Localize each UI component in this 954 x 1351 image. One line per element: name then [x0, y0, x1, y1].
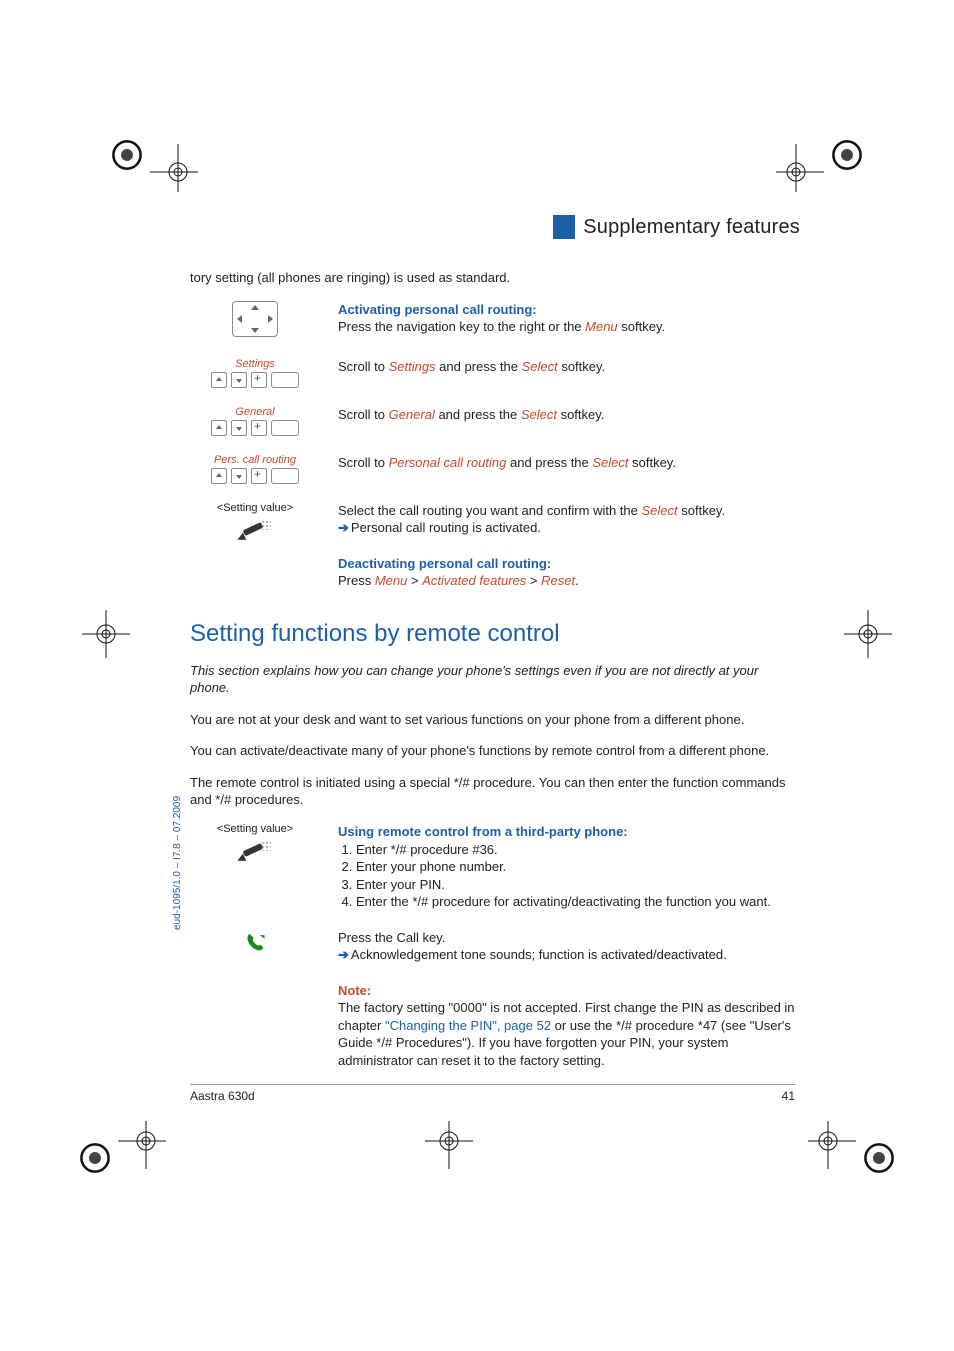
document-id: eud-1095/1.0 – I7.8 – 07.2009: [172, 796, 183, 930]
note-block: Note: The factory setting "0000" is not …: [338, 982, 800, 1070]
list-item: Enter */# procedure #36.: [356, 841, 800, 859]
step-left-label: General: [190, 406, 320, 418]
pencil-icon: [241, 839, 269, 857]
crosshair-icon: [425, 1121, 473, 1169]
step-icon-cell: General: [190, 406, 320, 436]
remote-heading: Using remote control from a third-party …: [338, 824, 628, 839]
step-text: Deactivating personal call routing: Pres…: [338, 555, 800, 590]
step-left-label: Settings: [190, 358, 320, 370]
step-text: Select the call routing you want and con…: [338, 502, 800, 537]
step-text: Using remote control from a third-party …: [338, 823, 800, 911]
step-text: Activating personal call routing: Press …: [338, 301, 800, 340]
crop-mark-icon: [862, 1141, 896, 1175]
intro-italic: This section explains how you can change…: [190, 662, 800, 697]
crosshair-icon: [118, 1121, 166, 1169]
crop-mark-icon: [830, 138, 864, 172]
note-label: Note:: [338, 983, 371, 998]
section-accent-bar: [553, 215, 575, 239]
crosshair-icon: [776, 144, 824, 192]
step-left-label: Pers. call routing: [190, 454, 320, 466]
section-header: Supplementary features: [190, 215, 800, 239]
continuation-paragraph: tory setting (all phones are ringing) is…: [190, 269, 800, 287]
scroll-softkey-icon: [190, 468, 320, 484]
step-icon-cell: [190, 929, 320, 964]
step-text: Scroll to Personal call routing and pres…: [338, 454, 800, 484]
list-item: Enter your phone number.: [356, 858, 800, 876]
paragraph: You can activate/deactivate many of your…: [190, 742, 800, 760]
step-icon-cell: Settings: [190, 358, 320, 388]
activating-heading: Activating personal call routing:: [338, 302, 537, 317]
crosshair-icon: [844, 610, 892, 658]
product-name: Aastra 630d: [190, 1089, 255, 1103]
call-key-icon: [242, 931, 268, 953]
activating-steps: Activating personal call routing: Press …: [190, 301, 800, 590]
remote-numbered-list: Enter */# procedure #36. Enter your phon…: [338, 841, 800, 911]
step-icon-cell: [190, 555, 320, 590]
result-arrow-icon: ➔: [338, 947, 351, 962]
crosshair-icon: [150, 144, 198, 192]
changing-pin-link[interactable]: "Changing the PIN", page 52: [385, 1018, 551, 1033]
section-title: Supplementary features: [583, 216, 800, 239]
remote-steps: <Setting value> Using remote control fro…: [190, 823, 800, 1070]
step-icon-cell: <Setting value>: [190, 502, 320, 537]
step-icon-cell: [190, 982, 320, 1070]
step-icon-cell: Pers. call routing: [190, 454, 320, 484]
scroll-softkey-icon: [190, 372, 320, 388]
subsection-title: Setting functions by remote control: [190, 620, 800, 648]
result-arrow-icon: ➔: [338, 520, 351, 535]
list-item: Enter your PIN.: [356, 876, 800, 894]
crosshair-icon: [808, 1121, 856, 1169]
page-footer: Aastra 630d 41: [190, 1084, 795, 1103]
step-left-label: <Setting value>: [190, 502, 320, 514]
step-text: Press the Call key. ➔Acknowledgement ton…: [338, 929, 800, 964]
paragraph: You are not at your desk and want to set…: [190, 711, 800, 729]
crop-mark-icon: [78, 1141, 112, 1175]
step-icon-cell: <Setting value>: [190, 823, 320, 911]
crop-mark-icon: [110, 138, 144, 172]
scroll-softkey-icon: [190, 420, 320, 436]
paragraph: The remote control is initiated using a …: [190, 774, 800, 809]
deactivating-heading: Deactivating personal call routing:: [338, 556, 551, 571]
pencil-icon: [241, 518, 269, 536]
list-item: Enter the */# procedure for activating/d…: [356, 893, 800, 911]
step-text: Scroll to General and press the Select s…: [338, 406, 800, 436]
navigation-key-icon: [232, 301, 278, 337]
step-text: Scroll to Settings and press the Select …: [338, 358, 800, 388]
step-left-label: <Setting value>: [190, 823, 320, 835]
page: Supplementary features tory setting (all…: [0, 0, 954, 1351]
content-area: Supplementary features tory setting (all…: [190, 215, 800, 1070]
step-icon-cell: [190, 301, 320, 340]
page-number: 41: [782, 1089, 795, 1103]
crosshair-icon: [82, 610, 130, 658]
